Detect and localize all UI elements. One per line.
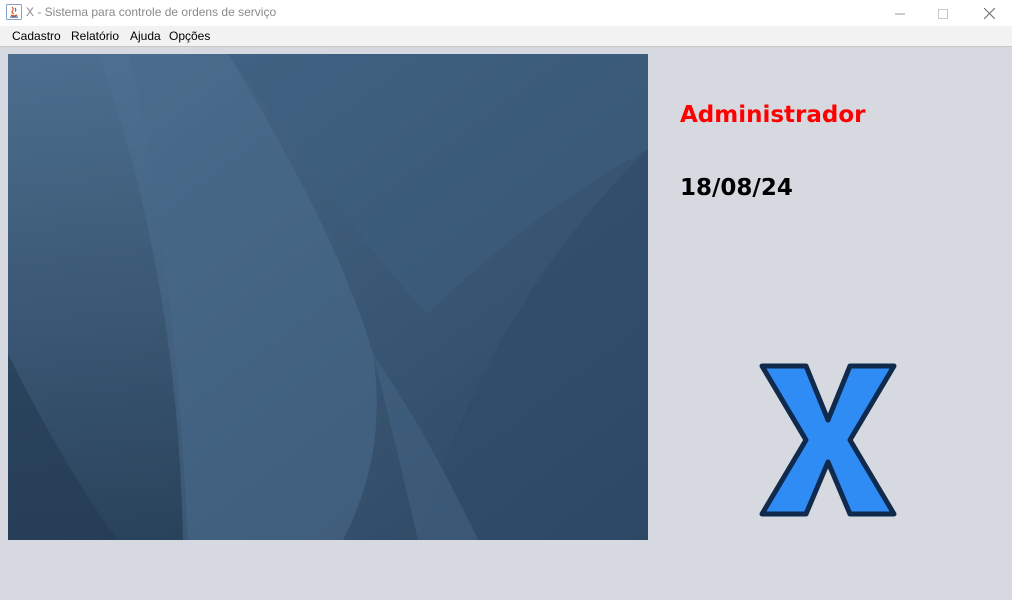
maximize-icon	[938, 4, 948, 23]
menu-bar: Cadastro Relatório Ajuda Opções	[0, 26, 1012, 47]
java-icon	[6, 4, 22, 20]
user-name-label: Administrador	[680, 102, 866, 128]
close-button[interactable]	[966, 0, 1012, 26]
date-label: 18/08/24	[680, 175, 793, 201]
menu-cadastro[interactable]: Cadastro	[12, 29, 61, 43]
menu-ajuda[interactable]: Ajuda	[130, 29, 161, 43]
minimize-icon	[895, 4, 905, 23]
main-window: X - Sistema para controle de ordens de s…	[0, 0, 1012, 600]
maximize-button[interactable]	[920, 0, 966, 26]
window-title: X - Sistema para controle de ordens de s…	[26, 5, 277, 19]
minimize-button[interactable]	[877, 0, 923, 26]
x-logo-icon	[752, 358, 904, 524]
menu-opcoes[interactable]: Opções	[169, 29, 210, 43]
close-icon	[983, 4, 995, 23]
title-bar[interactable]: X - Sistema para controle de ordens de s…	[0, 0, 1012, 26]
desktop-wallpaper	[8, 54, 648, 540]
menu-relatorio[interactable]: Relatório	[71, 29, 119, 43]
